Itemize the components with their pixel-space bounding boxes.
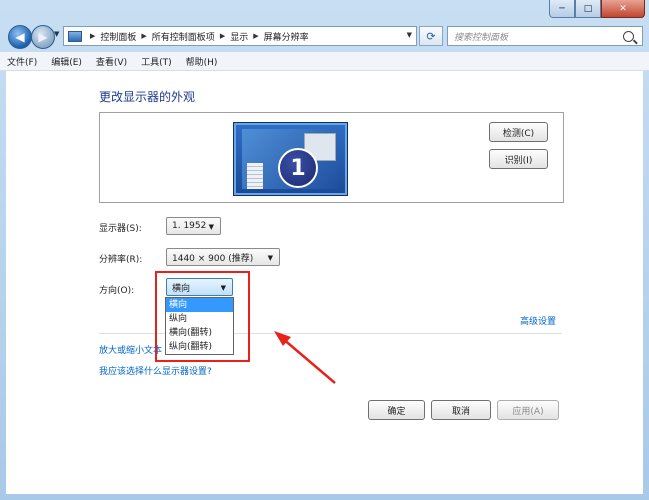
breadcrumb-control-panel[interactable]: 控制面板 — [100, 30, 136, 43]
recent-pages-dropdown[interactable]: ▼ — [54, 30, 59, 38]
caption-buttons: ─ □ ✕ — [549, 0, 645, 18]
search-input[interactable]: 搜索控制面板 — [447, 26, 643, 46]
chevron-right-icon[interactable]: ▶ — [90, 32, 95, 40]
menu-bar: 文件(F) 编辑(E) 查看(V) 工具(T) 帮助(H) — [0, 52, 649, 71]
menu-edit[interactable]: 编辑(E) — [44, 55, 89, 68]
chevron-down-icon[interactable]: ▼ — [407, 31, 412, 39]
control-panel-window: ─ □ ✕ ◀ ▶ ▼ ▶ 控制面板 ▶ 所有控制面板项 ▶ 显示 ▶ 屏幕分辨… — [0, 0, 649, 500]
menu-file[interactable]: 文件(F) — [0, 55, 44, 68]
address-bar[interactable]: ▶ 控制面板 ▶ 所有控制面板项 ▶ 显示 ▶ 屏幕分辨率 ▼ — [63, 26, 417, 46]
annotation-arrow — [274, 331, 336, 384]
breadcrumb-screen-resolution[interactable]: 屏幕分辨率 — [264, 30, 309, 43]
menu-help[interactable]: 帮助(H) — [179, 55, 225, 68]
back-button[interactable]: ◀ — [8, 25, 32, 49]
breadcrumb-all-items[interactable]: 所有控制面板项 — [152, 30, 215, 43]
refresh-button[interactable]: ⟳ — [419, 26, 443, 46]
arrow-shaft — [281, 337, 336, 384]
arrow-right-icon: ▶ — [38, 30, 48, 44]
control-panel-icon — [68, 30, 82, 42]
search-placeholder: 搜索控制面板 — [454, 32, 509, 43]
close-button[interactable]: ✕ — [601, 0, 645, 18]
content-pane: 更改显示器的外观 1 检测(C) 识别(I) 显示器(S): 1. 1952 ▼… — [6, 71, 643, 494]
chevron-right-icon[interactable]: ▶ — [141, 32, 146, 40]
arrow-left-icon: ◀ — [15, 30, 25, 44]
apply-button[interactable]: 应用(A) — [497, 400, 559, 420]
ok-button[interactable]: 确定 — [368, 400, 425, 420]
menu-tools[interactable]: 工具(T) — [134, 55, 179, 68]
search-icon[interactable] — [623, 30, 634, 42]
window-bottom-border — [0, 494, 649, 500]
minimize-button[interactable]: ─ — [549, 0, 575, 18]
refresh-icon: ⟳ — [426, 29, 436, 43]
cancel-button[interactable]: 取消 — [431, 400, 491, 420]
chevron-right-icon[interactable]: ▶ — [220, 32, 225, 40]
chevron-right-icon[interactable]: ▶ — [253, 32, 258, 40]
maximize-button[interactable]: □ — [575, 0, 601, 18]
menu-view[interactable]: 查看(V) — [89, 55, 134, 68]
forward-button[interactable]: ▶ — [31, 25, 55, 49]
breadcrumb-display[interactable]: 显示 — [230, 30, 248, 43]
